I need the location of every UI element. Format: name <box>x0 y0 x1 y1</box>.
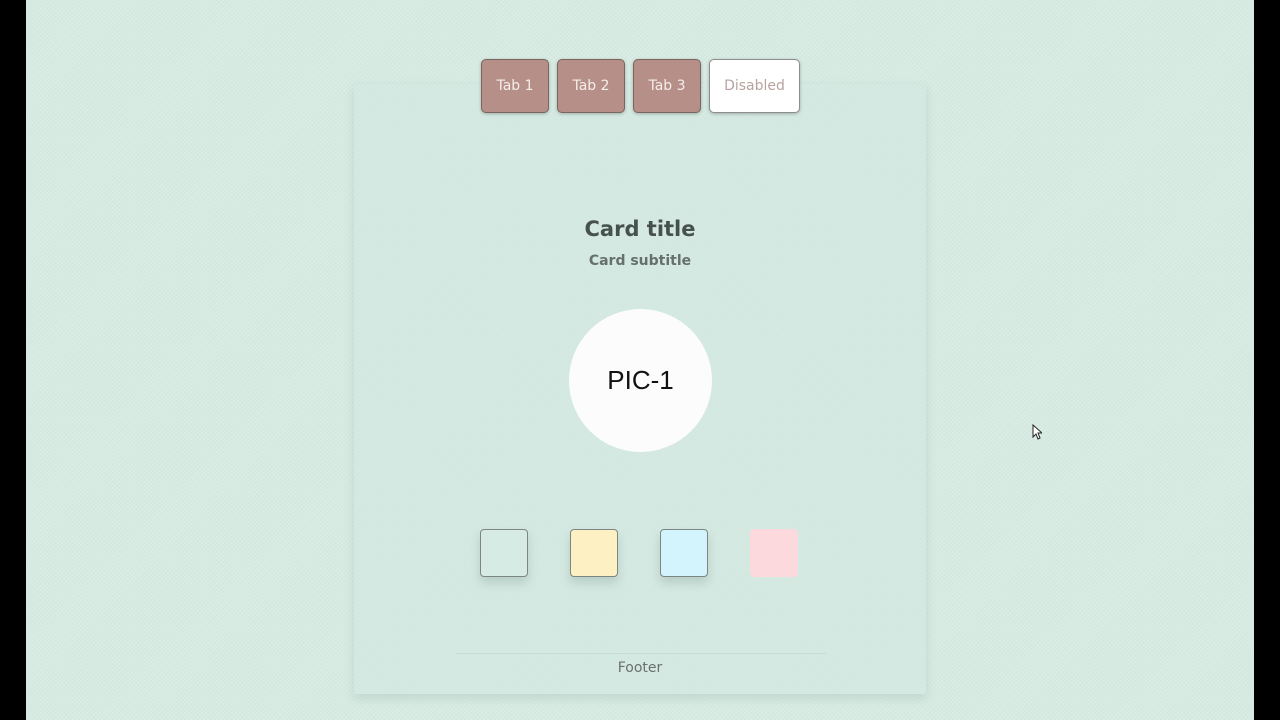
swatch-pink[interactable] <box>750 529 798 577</box>
card-title: Card title <box>584 217 696 241</box>
viewport: Tab 1 Tab 2 Tab 3 Disabled Card title Ca… <box>26 0 1254 720</box>
card-image-label: PIC-1 <box>607 365 674 395</box>
footer-divider <box>456 653 826 654</box>
swatch-row <box>480 529 798 577</box>
tab-2[interactable]: Tab 2 <box>557 59 625 113</box>
tab-1[interactable]: Tab 1 <box>481 59 549 113</box>
mouse-cursor-icon <box>1032 424 1042 440</box>
tab-bar: Tab 1 Tab 2 Tab 3 Disabled <box>481 59 800 115</box>
swatch-cream[interactable] <box>570 529 618 577</box>
card-footer: Footer <box>617 660 663 676</box>
card-image: PIC-1 <box>569 309 712 452</box>
card-subtitle: Card subtitle <box>588 253 692 269</box>
swatch-mint[interactable] <box>480 529 528 577</box>
tab-disabled: Disabled <box>709 59 800 113</box>
tab-3[interactable]: Tab 3 <box>633 59 701 113</box>
swatch-sky[interactable] <box>660 529 708 577</box>
